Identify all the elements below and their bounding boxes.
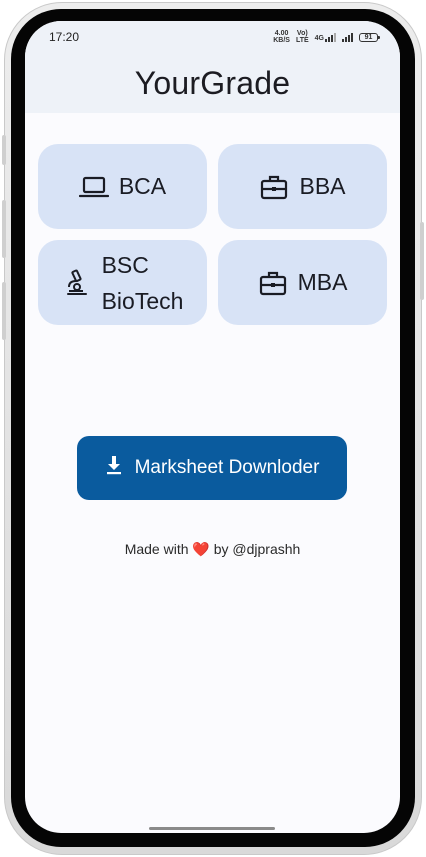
net-speed-indicator: 4.00 KB/S bbox=[273, 30, 290, 44]
course-card-bsc-biotech[interactable]: BSC BioTech bbox=[38, 240, 207, 325]
course-card-bba[interactable]: BBA bbox=[218, 144, 387, 229]
power-button bbox=[2, 135, 6, 165]
course-card-bca[interactable]: BCA bbox=[38, 144, 207, 229]
app-bar: YourGrade bbox=[25, 53, 400, 113]
home-indicator[interactable] bbox=[149, 827, 275, 830]
briefcase-icon bbox=[258, 268, 288, 298]
status-bar: 17:20 4.00 KB/S Vo) LTE 4G 91 bbox=[25, 21, 400, 53]
course-card-mba[interactable]: MBA bbox=[218, 240, 387, 325]
signal-strength-icon bbox=[342, 32, 353, 42]
volume-up-button bbox=[2, 200, 6, 258]
laptop-icon bbox=[78, 172, 109, 202]
course-label: BCA bbox=[118, 173, 167, 199]
download-icon bbox=[105, 455, 123, 481]
side-button bbox=[420, 222, 424, 300]
download-button-label: Marksheet Downloder bbox=[134, 457, 320, 478]
status-icons: 4.00 KB/S Vo) LTE 4G 91 bbox=[273, 30, 380, 44]
footer-credit: Made with ❤️ by @djprashh bbox=[124, 541, 301, 557]
course-grid: BCA BBA BSC BioTech MBA bbox=[38, 144, 387, 325]
briefcase-icon bbox=[259, 172, 289, 202]
microscope-icon bbox=[62, 268, 92, 298]
network-4g-icon: 4G bbox=[315, 32, 336, 42]
status-time: 17:20 bbox=[49, 30, 80, 44]
course-label: BBA bbox=[299, 173, 346, 199]
course-label: MBA bbox=[297, 269, 348, 295]
app-screen: 17:20 4.00 KB/S Vo) LTE 4G 91 YourGrade … bbox=[25, 21, 400, 833]
app-title: YourGrade bbox=[134, 64, 291, 101]
battery-icon: 91 bbox=[359, 32, 380, 42]
heart-icon: ❤️ bbox=[192, 541, 210, 557]
signal-bars-icon bbox=[325, 32, 336, 42]
course-label: BSC BioTech bbox=[101, 251, 184, 314]
marksheet-download-button[interactable]: Marksheet Downloder bbox=[77, 436, 347, 500]
volume-down-button bbox=[2, 282, 6, 340]
volte-icon: Vo) LTE bbox=[295, 30, 309, 44]
